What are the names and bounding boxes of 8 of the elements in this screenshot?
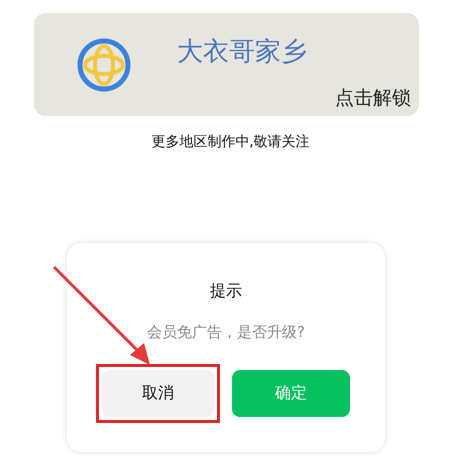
dialog-title: 提示: [210, 280, 242, 302]
cancel-button[interactable]: 取消: [102, 370, 214, 416]
notice-text: 更多地区制作中,敬请关注: [151, 133, 310, 152]
region-card[interactable]: 大衣哥家乡 点击解锁: [34, 13, 419, 116]
unlock-link[interactable]: 点击解锁: [335, 89, 411, 108]
card-title: 大衣哥家乡: [177, 38, 307, 64]
globe-icon: [77, 38, 131, 92]
dialog-message: 会员免广告，是否升级?: [147, 322, 305, 343]
